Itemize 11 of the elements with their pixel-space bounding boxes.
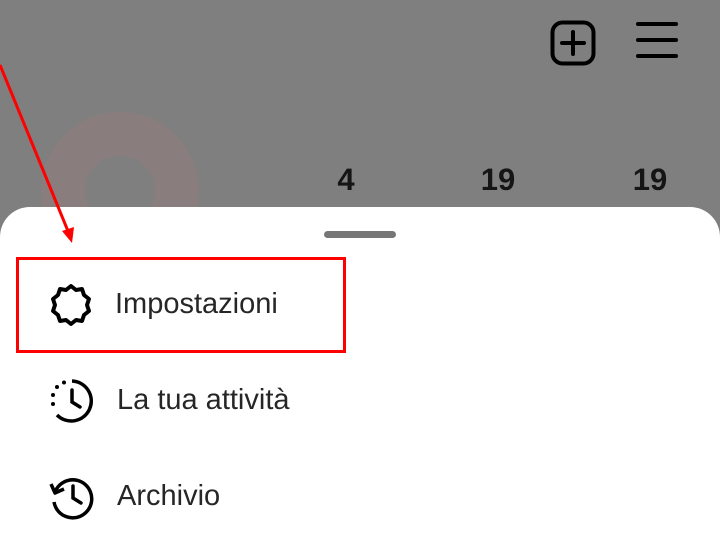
menu-item[interactable]: La tua attività: [16, 353, 346, 449]
menu-icon[interactable]: [636, 20, 678, 60]
stat-count: 19: [632, 164, 668, 195]
menu-item[interactable]: Impostazioni: [16, 257, 346, 353]
menu-item[interactable]: Archivio: [16, 449, 346, 543]
stat-count: 19: [480, 164, 516, 195]
gear-icon: [49, 283, 93, 327]
clock-icon: [49, 378, 95, 424]
drag-handle[interactable]: [324, 231, 396, 238]
stat-count: 4: [336, 164, 356, 195]
add-post-icon[interactable]: [550, 20, 596, 66]
